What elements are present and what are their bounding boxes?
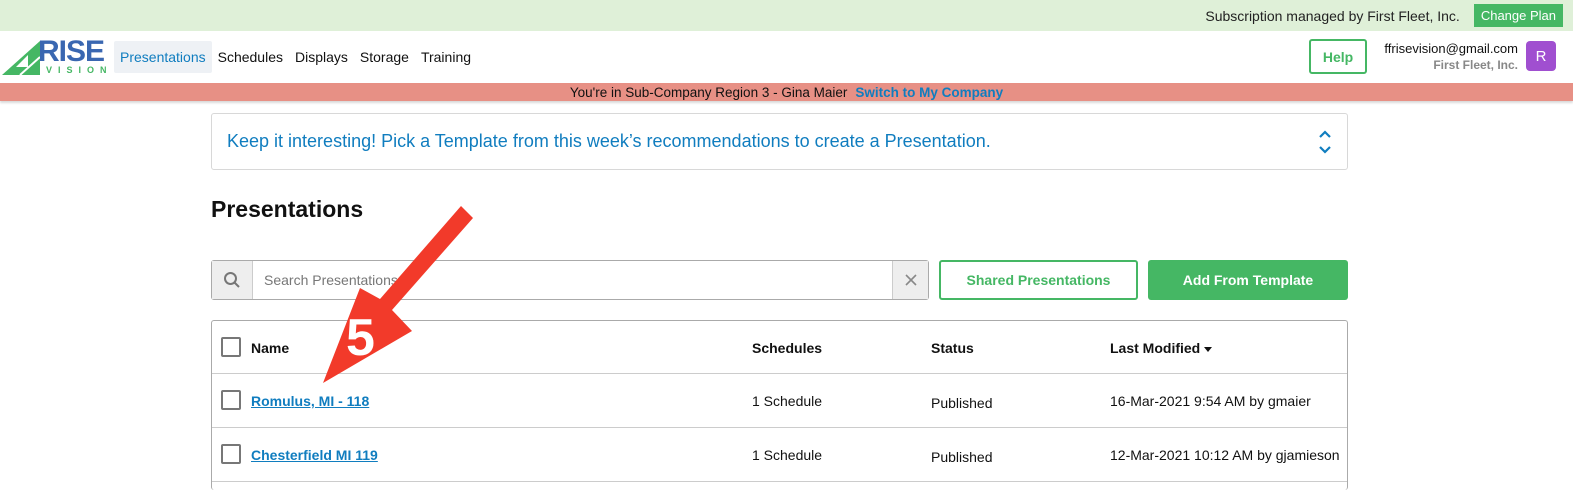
page-title: Presentations — [211, 196, 364, 222]
row-status: Published — [931, 395, 993, 411]
subcompany-text: You're in Sub-Company Region 3 - Gina Ma… — [569, 84, 848, 100]
nav-item-storage[interactable]: Storage — [354, 41, 415, 73]
switch-company-link[interactable]: Switch to My Company — [855, 85, 1003, 100]
recommendation-text: Keep it interesting! Pick a Template fro… — [227, 131, 991, 151]
nav-item-presentations[interactable]: Presentations — [114, 41, 212, 73]
shared-presentations-button[interactable]: Shared Presentations — [939, 260, 1138, 300]
row-checkbox[interactable] — [221, 444, 241, 464]
row-checkbox[interactable] — [221, 390, 241, 410]
subscription-text: Subscription managed by First Fleet, Inc… — [1205, 7, 1460, 24]
nav-links: Presentations Schedules Displays Storage… — [114, 41, 477, 73]
subcompany-banner: You're in Sub-Company Region 3 - Gina Ma… — [0, 83, 1573, 101]
header-status: Status — [931, 340, 974, 356]
nav-item-schedules[interactable]: Schedules — [212, 41, 289, 73]
logo-subword: VISION — [46, 65, 113, 75]
clear-search-icon[interactable] — [892, 261, 928, 299]
header-last-modified[interactable]: Last Modified — [1110, 339, 1213, 357]
logo-triangle-icon — [2, 41, 41, 76]
presentations-table: Name Schedules Status Last Modified Romu… — [211, 320, 1348, 490]
nav-item-displays[interactable]: Displays — [289, 41, 354, 73]
row-schedules[interactable]: 1 Schedule — [752, 446, 822, 464]
nav-item-training[interactable]: Training — [415, 41, 477, 73]
presentation-name-link[interactable]: Romulus, MI - 118 — [251, 393, 369, 409]
row-last-modified: 12-Mar-2021 10:12 AM by gjamieson — [1110, 447, 1340, 463]
header-name[interactable]: Name — [251, 339, 289, 357]
logo-word: RISE — [38, 35, 105, 68]
subscription-bar: Subscription managed by First Fleet, Inc… — [0, 0, 1573, 31]
expand-chevrons-icon[interactable] — [1317, 128, 1333, 156]
top-nav: RISE VISION Presentations Schedules Disp… — [0, 31, 1573, 83]
presentation-name-link[interactable]: Chesterfield MI 119 — [251, 447, 378, 463]
change-plan-button[interactable]: Change Plan — [1473, 4, 1563, 27]
row-status: Published — [931, 449, 993, 465]
table-row: Romulus, MI - 118 1 Schedule Published 1… — [212, 374, 1347, 428]
row-schedules[interactable]: 1 Schedule — [752, 392, 822, 410]
template-recommendation-panel[interactable]: Keep it interesting! Pick a Template fro… — [211, 113, 1348, 170]
table-row: Chesterfield MI 119 1 Schedule Published… — [212, 428, 1347, 482]
select-all-checkbox[interactable] — [221, 337, 241, 357]
row-last-modified: 16-Mar-2021 9:54 AM by gmaier — [1110, 393, 1311, 409]
search-icon — [212, 261, 253, 299]
user-email[interactable]: ffrisevision@gmail.com — [1384, 41, 1518, 56]
header-last-modified-label: Last Modified — [1110, 340, 1201, 356]
search-bar — [211, 260, 929, 300]
table-header-row: Name Schedules Status Last Modified — [212, 321, 1347, 374]
header-schedules: Schedules — [752, 340, 823, 356]
user-company: First Fleet, Inc. — [1433, 58, 1518, 72]
help-button[interactable]: Help — [1309, 39, 1367, 74]
avatar[interactable]: R — [1526, 41, 1556, 71]
sort-desc-icon — [1204, 346, 1213, 352]
search-input[interactable] — [253, 261, 892, 299]
rise-vision-logo[interactable]: RISE VISION — [2, 35, 107, 79]
add-from-template-button[interactable]: Add From Template — [1148, 260, 1348, 300]
